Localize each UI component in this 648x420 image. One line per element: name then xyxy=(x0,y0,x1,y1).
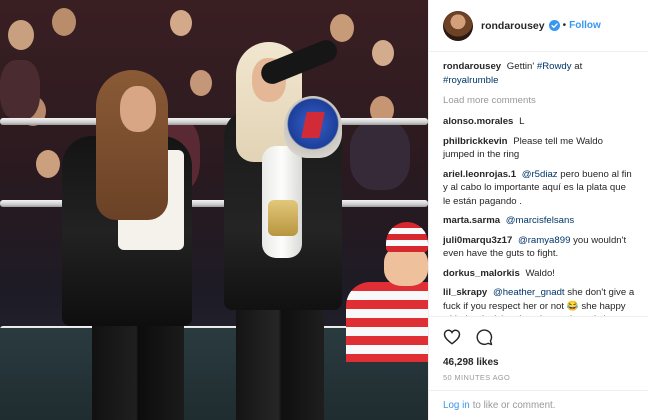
caption-text-middle: at xyxy=(574,61,583,72)
ring-rope-top xyxy=(0,118,428,125)
post-actions: 46,298 likes 50 MINUTES AGO xyxy=(429,316,648,382)
post-caption: rondarousey Gettin' #Rowdy at #royalrumb… xyxy=(443,60,636,87)
comment-author[interactable]: alonso.morales xyxy=(443,116,513,127)
instagram-post: rondarousey • Follow rondarousey Gettin'… xyxy=(0,0,648,420)
comment-item: marta.sarma @marcisfelsans xyxy=(443,214,636,228)
post-header: rondarousey • Follow xyxy=(429,0,648,52)
header-username[interactable]: rondarousey xyxy=(481,20,545,32)
waldo-fan xyxy=(346,282,428,362)
comment-mention[interactable]: @heather_gnadt xyxy=(493,287,565,298)
comment-author[interactable]: lil_skrapy xyxy=(443,287,487,298)
action-icons xyxy=(443,327,635,347)
load-more-comments-button[interactable]: Load more comments xyxy=(443,95,636,106)
comment-author[interactable]: philbrickkevin xyxy=(443,136,508,147)
comment-author[interactable]: marta.sarma xyxy=(443,215,500,226)
comment-mention[interactable]: @ramya899 xyxy=(518,235,570,246)
post-photo xyxy=(0,0,428,420)
comment-text: Waldo! xyxy=(525,267,555,279)
comment-text: L xyxy=(519,116,525,127)
comments-list: rondarousey Gettin' #Rowdy at #royalrumb… xyxy=(429,52,648,316)
comment-author[interactable]: ariel.leonrojas.1 xyxy=(443,169,516,180)
post-timestamp: 50 MINUTES AGO xyxy=(443,373,511,382)
caption-text: Gettin' xyxy=(506,61,535,72)
verified-badge-icon xyxy=(548,20,560,31)
wrestler-left-face xyxy=(120,86,156,132)
comment-mention[interactable]: @r5diaz xyxy=(522,169,558,180)
follow-button[interactable]: Follow xyxy=(569,20,601,31)
likes-count[interactable]: 46,298 likes xyxy=(443,357,635,368)
caption-hashtag[interactable]: #Rowdy xyxy=(537,61,572,72)
speech-bubble-icon[interactable] xyxy=(475,328,493,346)
separator-dot: • xyxy=(562,20,567,31)
comment-item: philbrickkevin Please tell me Waldo jump… xyxy=(443,135,636,162)
wrestler-right-legs xyxy=(236,300,324,420)
login-prompt: Log in to like or comment. xyxy=(429,390,648,420)
comment-item: juli0marqu3z17 @ramya899 you wouldn't ev… xyxy=(443,234,636,261)
championship-belt-plate xyxy=(284,96,342,158)
caption-author[interactable]: rondarousey xyxy=(443,61,501,72)
post-sidebar: rondarousey • Follow rondarousey Gettin'… xyxy=(428,0,648,420)
comment-item: lil_skrapy @heather_gnadt she don't give… xyxy=(443,286,636,316)
comment-item: alonso.morales L xyxy=(443,115,636,129)
caption-hashtag[interactable]: #royalrumble xyxy=(443,75,498,86)
avatar[interactable] xyxy=(443,10,473,41)
comment-item: dorkus_malorkis Waldo! xyxy=(443,267,636,281)
championship-belt-sideplate xyxy=(268,200,298,236)
waldo-face xyxy=(384,246,428,286)
heart-outline-icon[interactable] xyxy=(443,328,461,346)
login-prompt-text: to like or comment. xyxy=(472,400,556,411)
login-link[interactable]: Log in xyxy=(443,400,470,411)
comment-mention[interactable]: @marcisfelsans xyxy=(506,215,574,226)
comment-author[interactable]: juli0marqu3z17 xyxy=(443,235,512,246)
comment-item: ariel.leonrojas.1 @r5diaz pero bueno al … xyxy=(443,168,636,209)
comment-author[interactable]: dorkus_malorkis xyxy=(443,268,520,279)
